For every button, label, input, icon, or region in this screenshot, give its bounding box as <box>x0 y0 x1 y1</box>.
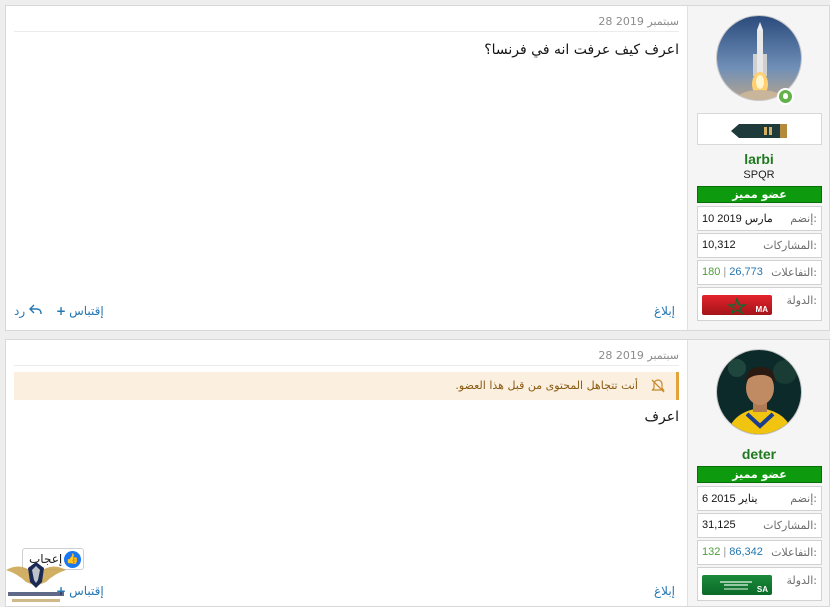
posts-label: المشاركات: <box>763 519 817 532</box>
country-row: الدولة: SA <box>697 567 822 601</box>
country-label: الدولة: <box>786 294 817 307</box>
reply-button[interactable]: رد <box>14 304 42 318</box>
reply-label: رد <box>14 304 26 318</box>
reactions-label: التفاعلات: <box>771 546 817 559</box>
joined-row: إنضم: 10 مارس 2019 <box>697 206 822 231</box>
country-flag-icon: SA <box>702 575 772 595</box>
member-badge: عضو مميز <box>697 466 822 483</box>
reply-icon <box>28 304 42 318</box>
joined-label: إنضم: <box>790 492 817 505</box>
reactions-value: 180 | 26,773 <box>702 266 763 278</box>
ignored-text: أنت تتجاهل المحتوى من قبل هذا العضو. <box>455 379 638 392</box>
joined-value: 10 مارس 2019 <box>702 213 773 225</box>
plus-icon: + <box>56 304 67 318</box>
post: 28 سبتمبر 2019 أنت تتجاهل المحتوى من قبل… <box>5 339 830 607</box>
country-flag-icon: MA <box>702 295 772 315</box>
mute-icon <box>650 378 666 397</box>
member-badge: عضو مميز <box>697 186 822 203</box>
reactions-primary: 26,773 <box>729 266 763 278</box>
message-body: 28 سبتمبر 2019 أنت تتجاهل المحتوى من قبل… <box>14 340 679 606</box>
report-link[interactable]: إبلاغ <box>654 304 675 318</box>
post-date[interactable]: 28 سبتمبر 2019 <box>598 349 679 362</box>
user-pane: deter عضو مميز إنضم: 6 يناير 2015 المشار… <box>687 340 829 606</box>
rank-emblem <box>697 113 822 145</box>
message-body: 28 سبتمبر 2019 اعرف كيف عرفت انه في فرنس… <box>14 6 679 330</box>
reactions-primary: 86,342 <box>729 546 763 558</box>
posts-row: المشاركات: 10,312 <box>697 233 822 258</box>
country-row: الدولة: MA <box>697 287 822 321</box>
country-code: MA <box>755 305 768 314</box>
posts-label: المشاركات: <box>763 239 817 252</box>
country-code: SA <box>756 585 768 594</box>
user-title: SPQR <box>743 169 775 181</box>
reactions-row: التفاعلات: 132 | 86,342 <box>697 540 822 565</box>
quote-label: إقتباس <box>69 304 104 318</box>
user-pane: larbi SPQR عضو مميز إنضم: 10 مارس 2019 ا… <box>687 6 829 330</box>
reactions-secondary: 132 <box>702 546 721 558</box>
username[interactable]: deter <box>688 446 830 462</box>
divider <box>14 31 679 32</box>
posts-count[interactable]: 31,125 <box>702 519 736 531</box>
reactions-row: التفاعلات: 180 | 26,773 <box>697 260 822 285</box>
country-label: الدولة: <box>786 574 817 587</box>
site-logo-watermark <box>2 552 70 607</box>
reactions-label: التفاعلات: <box>771 266 817 279</box>
ignored-notice[interactable]: أنت تتجاهل المحتوى من قبل هذا العضو. <box>14 372 679 400</box>
posts-count[interactable]: 10,312 <box>702 239 736 251</box>
posts-row: المشاركات: 31,125 <box>697 513 822 538</box>
divider <box>14 365 679 366</box>
online-status-icon <box>777 88 794 105</box>
post: 28 سبتمبر 2019 اعرف كيف عرفت انه في فرنس… <box>5 5 830 331</box>
joined-row: إنضم: 6 يناير 2015 <box>697 486 822 511</box>
reactions-secondary: 180 <box>702 266 721 278</box>
message-text: اعرف <box>644 409 679 425</box>
quote-button[interactable]: + إقتباس <box>56 304 104 318</box>
joined-value: 6 يناير 2015 <box>702 493 758 505</box>
username[interactable]: larbi <box>688 151 830 167</box>
reactions-value: 132 | 86,342 <box>702 546 763 558</box>
post-date[interactable]: 28 سبتمبر 2019 <box>598 15 679 28</box>
message-text: اعرف كيف عرفت انه في فرنسا؟ <box>484 42 679 58</box>
report-link[interactable]: إبلاغ <box>654 584 675 598</box>
joined-label: إنضم: <box>790 212 817 225</box>
user-avatar[interactable] <box>716 349 802 435</box>
quote-label: إقتباس <box>69 584 104 598</box>
